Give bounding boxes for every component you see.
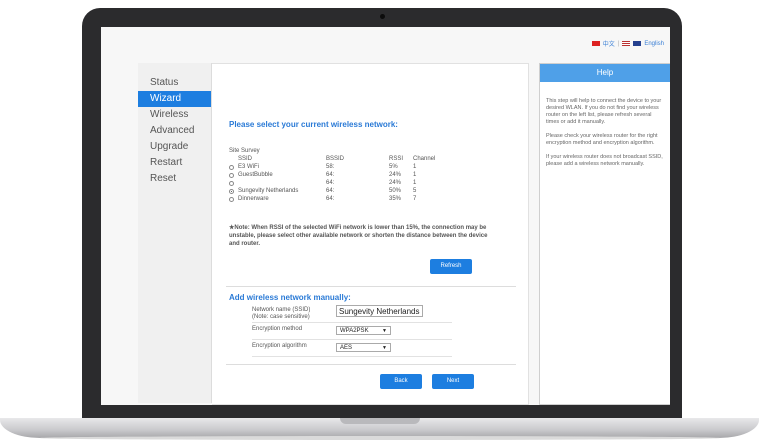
network-row[interactable]: E3 WiFi 58: 5% 1 <box>229 164 459 172</box>
network-radio[interactable] <box>229 181 234 186</box>
encryption-method-select[interactable]: WPA2PSK ▼ <box>336 326 391 335</box>
browser-screen: 中文 | English Status Wizard Wireless Adva… <box>101 27 670 405</box>
china-flag-icon[interactable] <box>591 41 600 46</box>
network-row[interactable]: 64: 24% 1 <box>229 180 459 188</box>
network-bssid: 64: <box>326 188 335 194</box>
survey-header: SSID BSSID RSSI Channel <box>229 156 449 164</box>
help-title: Help <box>540 64 670 82</box>
ssid-label-text: Network name (SSID) <box>252 307 311 313</box>
rssi-column-header: RSSI <box>389 156 404 162</box>
encryption-method-value: WPA2PSK <box>340 328 369 334</box>
help-paragraph: If your wireless router does not broadca… <box>546 154 663 167</box>
network-ssid: Sungevity Netherlands <box>238 188 299 194</box>
encryption-algorithm-label: Encryption algorithm <box>252 343 307 349</box>
network-bssid: 58: <box>326 164 335 170</box>
sidebar-item-reset[interactable]: Reset <box>138 171 211 187</box>
sidebar-item-advanced[interactable]: Advanced <box>138 123 211 139</box>
network-radio[interactable] <box>229 165 234 170</box>
help-spacer <box>540 82 670 98</box>
site-survey-label: Site Survey <box>229 148 260 154</box>
encryption-method-row: Encryption method WPA2PSK ▼ <box>252 323 452 340</box>
network-rssi: 35% <box>389 196 402 202</box>
separator: | <box>617 40 620 47</box>
network-bssid: 64: <box>326 172 335 178</box>
help-paragraph: This step will help to connect the devic… <box>546 98 662 125</box>
ssid-label: Network name (SSID) (Note: case sensitiv… <box>252 307 310 321</box>
encryption-algorithm-value: AES <box>340 345 353 351</box>
network-rssi: 5% <box>389 164 398 170</box>
back-button[interactable]: Back <box>380 374 422 389</box>
rssi-note: ★Note: When RSSI of the selected WiFi ne… <box>229 225 488 247</box>
sidebar: Status Wizard Wireless Advanced Upgrade … <box>138 63 212 403</box>
bssid-column-header: BSSID <box>326 156 345 162</box>
network-rssi: 50% <box>389 188 402 194</box>
network-channel: 1 <box>413 164 417 170</box>
camera-icon <box>380 14 385 19</box>
laptop-notch <box>340 418 420 424</box>
network-channel: 5 <box>413 188 417 194</box>
language-english-link[interactable]: English <box>644 41 664 47</box>
sidebar-item-wireless[interactable]: Wireless <box>138 107 211 123</box>
encryption-algorithm-row: Encryption algorithm AES ▼ <box>252 340 452 357</box>
manual-section-title: Add wireless network manually: <box>229 293 351 302</box>
network-row[interactable]: Sungevity Netherlands 64: 50% 5 <box>229 188 459 196</box>
channel-column-header: Channel <box>413 156 436 162</box>
network-rssi: 24% <box>389 180 402 186</box>
encryption-algorithm-select[interactable]: AES ▼ <box>336 343 391 352</box>
network-ssid: E3 WiFi <box>238 164 259 170</box>
network-row[interactable]: GuestBubble 64: 24% 1 <box>229 172 459 180</box>
network-bssid: 64: <box>326 180 335 186</box>
help-paragraph: Please check your wireless router for th… <box>546 133 658 146</box>
sidebar-item-restart[interactable]: Restart <box>138 155 211 171</box>
divider <box>226 286 516 287</box>
network-rssi: 24% <box>389 172 402 178</box>
sidebar-item-wizard[interactable]: Wizard <box>138 91 211 107</box>
uk-flag-icon[interactable] <box>633 41 642 46</box>
chevron-down-icon: ▼ <box>382 345 387 351</box>
refresh-button[interactable]: Refresh <box>430 259 472 274</box>
language-chinese-link[interactable]: 中文 <box>603 39 615 48</box>
page-title: Please select your current wireless netw… <box>229 120 398 129</box>
ssid-note-text: (Note: case sensitive) <box>252 314 310 320</box>
encryption-method-label: Encryption method <box>252 326 303 332</box>
sidebar-item-status[interactable]: Status <box>138 75 211 91</box>
network-ssid: Dinnerware <box>238 196 269 202</box>
laptop-shadow <box>40 436 720 440</box>
chevron-down-icon: ▼ <box>382 328 387 334</box>
network-row[interactable]: Dinnerware 64: 35% 7 <box>229 196 459 204</box>
sidebar-item-upgrade[interactable]: Upgrade <box>138 139 211 155</box>
network-channel: 1 <box>413 180 417 186</box>
laptop-base <box>0 418 759 438</box>
help-panel: Help This step will help to connect the … <box>539 63 670 405</box>
network-channel: 1 <box>413 172 417 178</box>
language-bar: 中文 | English <box>591 39 664 48</box>
next-button[interactable]: Next <box>432 374 474 389</box>
network-radio[interactable] <box>229 173 234 178</box>
divider <box>226 364 516 365</box>
network-bssid: 64: <box>326 196 335 202</box>
us-flag-icon[interactable] <box>622 41 631 46</box>
ssid-form-row: Network name (SSID) (Note: case sensitiv… <box>252 304 452 323</box>
network-radio-selected[interactable] <box>229 189 234 194</box>
network-ssid: GuestBubble <box>238 172 273 178</box>
ssid-column-header: SSID <box>238 156 253 162</box>
wizard-content: Please select your current wireless netw… <box>212 63 529 405</box>
ssid-input[interactable]: Sungevity Netherlands <box>336 305 423 317</box>
network-radio[interactable] <box>229 197 234 202</box>
network-channel: 7 <box>413 196 417 202</box>
